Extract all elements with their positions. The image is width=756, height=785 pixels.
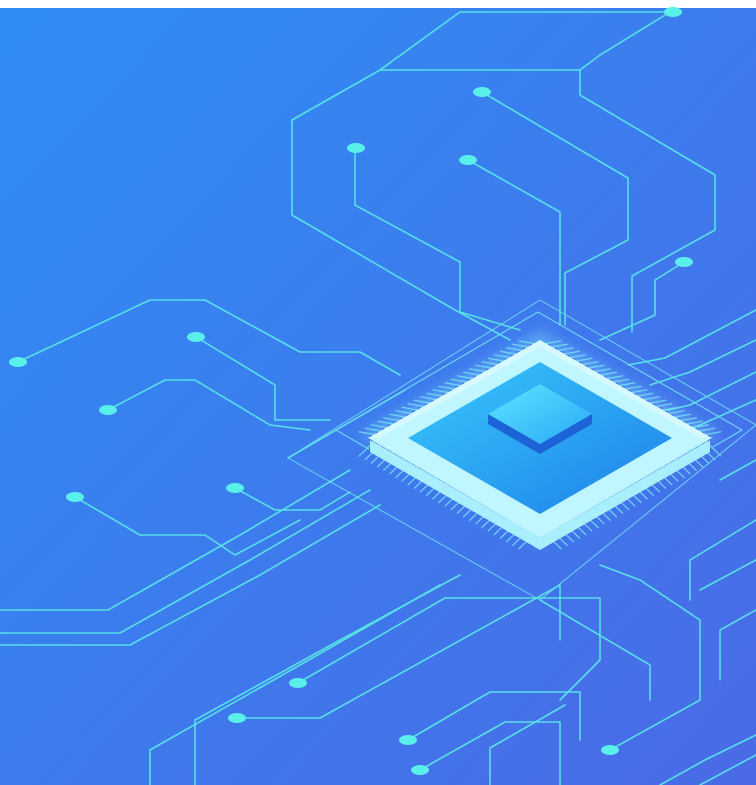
circuit-node [675, 257, 693, 267]
circuit-node [399, 735, 417, 745]
circuit-node [66, 492, 84, 502]
circuit-node [226, 483, 244, 493]
circuit-board-artwork [0, 0, 756, 785]
circuit-node [473, 87, 491, 97]
circuit-node [601, 745, 619, 755]
circuit-node [411, 765, 429, 775]
circuit-node [459, 155, 477, 165]
circuit-node [187, 332, 205, 342]
circuit-node [9, 357, 27, 367]
circuit-node [347, 143, 365, 153]
circuit-node [228, 713, 246, 723]
circuit-node [664, 7, 682, 17]
circuit-node [99, 405, 117, 415]
circuit-node [289, 678, 307, 688]
top-edge [0, 0, 756, 8]
microchip-illustration [0, 0, 756, 785]
